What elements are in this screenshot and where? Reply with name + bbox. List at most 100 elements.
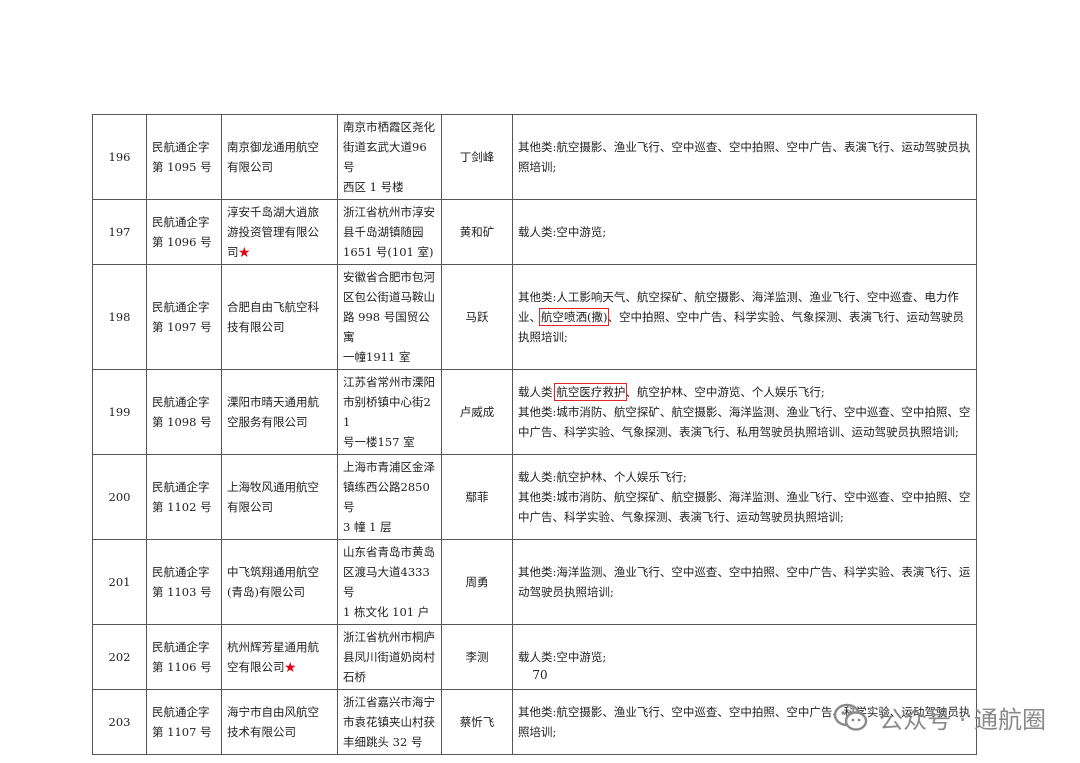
legal-representative-cell: 马跃 <box>441 264 513 370</box>
business-scope-cell: 载人类:航空医疗救护、航空护林、空中游览、个人娱乐飞行; 其他类:城市消防、航空探… <box>512 369 977 455</box>
cell-line: 南京市栖霞区尧化 <box>343 120 435 134</box>
scope-line: 其他类:人工影响天气、航空探矿、航空摄影、海洋监测、渔业飞行、空中巡查、电力作业… <box>518 287 971 347</box>
scope-line: 载人类:空中游览; <box>518 222 971 242</box>
cell-line: 第 1103 号 <box>152 585 212 599</box>
row-number-cell: 196 <box>92 114 147 200</box>
cell-line: 民航通企字 <box>152 140 210 154</box>
row-number-cell: 197 <box>92 199 147 265</box>
cell-line: 号一楼157 室 <box>343 435 415 449</box>
cell-line: 民航通企字 <box>152 300 210 314</box>
cell-line: 区包公街道马鞍山 <box>343 290 435 304</box>
cell-line: 第 1102 号 <box>152 500 212 514</box>
cell-line: 技有限公司 <box>227 320 285 334</box>
star-mark: ★ <box>238 245 251 259</box>
cell-line: 浙江省杭州市淳安 <box>343 205 435 219</box>
scope-text: 其他类:航空摄影、渔业飞行、空中巡查、空中拍照、空中广告、表演飞行、运动驾驶员执… <box>518 140 971 174</box>
scope-text: 其他类:城市消防、航空探矿、航空摄影、海洋监测、渔业飞行、空中巡查、空中拍照、空… <box>518 490 971 524</box>
permit-number-cell: 民航通企字第 1096 号 <box>146 199 222 265</box>
scope-text: 载人类:空中游览; <box>518 650 607 664</box>
company-name-cell: 淳安千岛湖大逍旅 游投资管理有限公 司★ <box>221 199 338 265</box>
table-row: 197 民航通企字第 1096 号淳安千岛湖大逍旅 游投资管理有限公 司★ 浙江省杭州市… <box>92 199 977 265</box>
cell-line: 淳安千岛湖大逍旅 <box>227 205 319 219</box>
cell-line: 县千岛湖镇随园 <box>343 225 424 239</box>
scope-line: 其他类:航空摄影、渔业飞行、空中巡查、空中拍照、空中广告、表演飞行、运动驾驶员执… <box>518 137 971 177</box>
address-cell: 浙江省杭州市淳安 县千岛湖镇随园 1651 号(101 室) <box>337 199 442 265</box>
row-number-cell: 200 <box>92 454 147 540</box>
company-name-cell: 中飞筑翔通用航空 (青岛)有限公司 <box>221 539 338 625</box>
cell-line: 市袁花镇夹山村获 <box>343 715 435 729</box>
business-scope-cell: 其他类:航空摄影、渔业飞行、空中巡查、空中拍照、空中广告、表演飞行、运动驾驶员执… <box>512 114 977 200</box>
cell-line: 丰细跳头 32 号 <box>343 735 423 749</box>
scope-line: 其他类:城市消防、航空探矿、航空摄影、海洋监测、渔业飞行、空中巡查、空中拍照、空… <box>518 487 971 527</box>
company-name-cell: 海宁市自由风航空 技术有限公司 <box>221 689 338 755</box>
cell-line: 技术有限公司 <box>227 725 296 739</box>
permit-number-cell: 民航通企字第 1102 号 <box>146 454 222 540</box>
business-scope-cell: 载人类:航空护林、个人娱乐飞行; 其他类:城市消防、航空探矿、航空摄影、海洋监测、… <box>512 454 977 540</box>
cell-line: 第 1096 号 <box>152 235 212 249</box>
cell-line: 区渡马大道4333 号 <box>343 565 430 599</box>
cell-line: 1651 号(101 室) <box>343 245 434 259</box>
table-row: 199 民航通企字第 1098 号溧阳市晴天通用航 空服务有限公司 江苏省常州市溧阳市… <box>92 369 977 455</box>
cell-line: 街道玄武大道96号 <box>343 140 427 174</box>
cell-line: 中飞筑翔通用航空 <box>227 565 319 579</box>
scope-text: 其他类:城市消防、航空探矿、航空摄影、海洋监测、渔业飞行、空中巡查、空中拍照、空… <box>518 405 971 439</box>
cell-line: 第 1095 号 <box>152 160 212 174</box>
permit-number-cell: 民航通企字第 1103 号 <box>146 539 222 625</box>
permit-number-cell: 民航通企字第 1097 号 <box>146 264 222 370</box>
permit-number-cell: 民航通企字第 1098 号 <box>146 369 222 455</box>
cell-line: 江苏省常州市溧阳 <box>343 375 435 389</box>
cell-line: 浙江省嘉兴市海宁 <box>343 695 435 709</box>
address-cell: 安徽省合肥市包河 区包公街道马鞍山路 998 号国贸公寓 一幢1911 室 <box>337 264 442 370</box>
cell-line: 杭州辉芳星通用航 <box>227 640 319 654</box>
cell-line: 上海牧风通用航空 <box>227 480 319 494</box>
page-number: 70 <box>532 668 548 682</box>
cell-line: 南京御龙通用航空 <box>227 140 319 154</box>
cell-line: 司 <box>227 245 239 259</box>
address-cell: 浙江省嘉兴市海宁 市袁花镇夹山村获 丰细跳头 32 号 <box>337 689 442 755</box>
license-table: 196 民航通企字第 1095 号南京御龙通用航空 有限公司 南京市栖霞区尧化 街道玄武… <box>92 114 977 755</box>
cell-line: 浙江省杭州市桐庐 <box>343 630 435 644</box>
table-row: 198 民航通企字第 1097 号合肥自由飞航空科 技有限公司 安徽省合肥市包河 区包公… <box>92 264 977 370</box>
cell-line: (青岛)有限公司 <box>227 585 305 599</box>
cell-line: 3 幢 1 层 <box>343 520 392 534</box>
cell-line: 镇练西公路2850号 <box>343 480 430 514</box>
scope-line: 载人类:空中游览; <box>518 647 971 667</box>
table-row: 201 民航通企字第 1103 号中飞筑翔通用航空 (青岛)有限公司 山东省青岛市黄岛… <box>92 539 977 625</box>
row-number-cell: 201 <box>92 539 147 625</box>
cell-line: 县凤川街道奶岗村 <box>343 650 435 664</box>
legal-representative-cell: 卢威成 <box>441 369 513 455</box>
scope-line: 其他类:城市消防、航空探矿、航空摄影、海洋监测、渔业飞行、空中巡查、空中拍照、空… <box>518 402 971 442</box>
cell-line: 路 998 号国贸公寓 <box>343 310 430 344</box>
company-name-cell: 溧阳市晴天通用航 空服务有限公司 <box>221 369 338 455</box>
address-cell: 江苏省常州市溧阳市别桥镇中心街21 号一楼157 室 <box>337 369 442 455</box>
row-number-cell: 198 <box>92 264 147 370</box>
cell-line: 空服务有限公司 <box>227 415 308 429</box>
cell-line: 山东省青岛市黄岛 <box>343 545 435 559</box>
row-number-cell: 203 <box>92 689 147 755</box>
cell-line: 民航通企字 <box>152 215 210 229</box>
cell-line: 溧阳市晴天通用航 <box>227 395 319 409</box>
cell-line: 有限公司 <box>227 500 273 514</box>
cell-line: 第 1098 号 <box>152 415 212 429</box>
cell-line: 第 1097 号 <box>152 320 212 334</box>
cell-line: 有限公司 <box>227 160 273 174</box>
cell-line: 海宁市自由风航空 <box>227 705 319 719</box>
scope-text: 载人类:空中游览; <box>518 225 607 239</box>
business-scope-cell: 其他类:海洋监测、渔业飞行、空中巡查、空中拍照、空中广告、科学实验、表演飞行、运… <box>512 539 977 625</box>
wechat-icon <box>833 703 868 731</box>
cell-line: 民航通企字 <box>152 640 210 654</box>
cell-line: 上海市青浦区金泽 <box>343 460 435 474</box>
cell-line: 1 栋文化 101 户 <box>343 605 430 619</box>
legal-representative-cell: 鄢菲 <box>441 454 513 540</box>
cell-line: 西区 1 号楼 <box>343 180 404 194</box>
table-row: 200 民航通企字第 1102 号上海牧风通用航空 有限公司 上海市青浦区金泽镇练西公… <box>92 454 977 540</box>
legal-representative-cell: 丁剑峰 <box>441 114 513 200</box>
scope-line: 载人类:航空医疗救护、航空护林、空中游览、个人娱乐飞行; <box>518 382 971 402</box>
permit-number-cell: 民航通企字第 1095 号 <box>146 114 222 200</box>
scope-text: 载人类: <box>518 385 557 399</box>
legal-representative-cell: 黄和矿 <box>441 199 513 265</box>
cell-line: 市别桥镇中心街21 <box>343 395 431 429</box>
permit-number-cell: 民航通企字第 1107 号 <box>146 689 222 755</box>
table-row: 196 民航通企字第 1095 号南京御龙通用航空 有限公司 南京市栖霞区尧化 街道玄武… <box>92 114 977 200</box>
address-cell: 山东省青岛市黄岛区渡马大道4333 号 1 栋文化 101 户 <box>337 539 442 625</box>
